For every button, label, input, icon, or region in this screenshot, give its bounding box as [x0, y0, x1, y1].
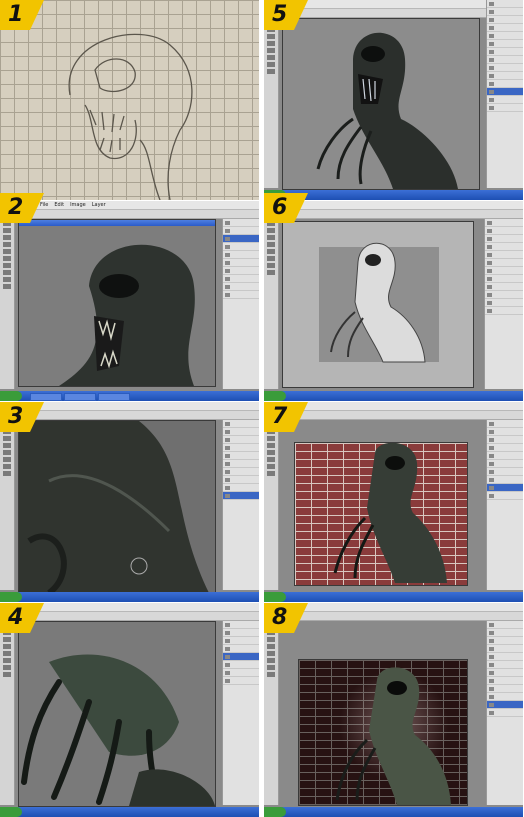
step-number: 8 [272, 605, 288, 630]
windows-taskbar [0, 807, 259, 817]
step-badge: 1 [0, 0, 44, 30]
creature-claws [21, 654, 215, 806]
step-badge: 2 [0, 193, 44, 223]
menu-layer[interactable]: Layer [92, 201, 106, 209]
step-badge: 4 [0, 603, 44, 633]
document-window [282, 18, 480, 190]
pencil-creature-sketch [68, 33, 193, 200]
creature-on-bricks [333, 443, 447, 583]
layers-panel [486, 621, 523, 805]
step-number: 5 [272, 2, 288, 27]
step-badge: 6 [264, 193, 308, 223]
creature-base-shape [59, 244, 195, 386]
step-4-photoshop-panel [0, 603, 259, 817]
step-7-photoshop-panel [264, 402, 523, 602]
tools-panel [264, 219, 279, 389]
step-3-photoshop-panel [0, 402, 259, 602]
layers-panel [222, 420, 259, 590]
windows-taskbar [0, 592, 259, 602]
document-window [18, 219, 216, 387]
step-5-photoshop-panel [264, 0, 523, 200]
creature-skin-detail [19, 421, 209, 596]
step-1-sketch-panel [0, 0, 259, 200]
tutorial-collage: File Edit Image Layer 1 2 3 4 5 6 7 8 [0, 0, 524, 817]
document-window [298, 659, 468, 806]
step-number: 4 [8, 605, 24, 630]
step-8-photoshop-panel [264, 603, 523, 817]
document-window [18, 420, 216, 596]
creature-lit [335, 667, 451, 805]
step-badge: 7 [264, 402, 308, 432]
menu-edit[interactable]: Edit [54, 201, 64, 209]
step-number: 6 [272, 195, 288, 220]
tools-panel [0, 219, 15, 389]
start-button[interactable] [0, 391, 22, 401]
creature-full-body [316, 32, 458, 189]
adjustments-panel [484, 219, 523, 389]
step-6-photoshop-panel [264, 201, 523, 401]
layers-panel [222, 219, 259, 389]
step-number: 3 [8, 404, 24, 429]
tools-panel [264, 621, 279, 805]
tools-panel [0, 621, 15, 805]
windows-taskbar [0, 391, 259, 401]
document-window [282, 221, 474, 388]
step-badge: 8 [264, 603, 308, 633]
step-badge: 3 [0, 402, 44, 432]
step-2-photoshop-panel: File Edit Image Layer [0, 201, 259, 401]
tools-panel [264, 420, 279, 590]
document-window [294, 442, 468, 586]
layers-panel [486, 420, 523, 590]
step-badge: 5 [264, 0, 308, 30]
layers-panel [222, 621, 259, 805]
windows-taskbar [264, 807, 523, 817]
step-number: 2 [8, 195, 24, 220]
chrome-creature [330, 242, 426, 363]
windows-taskbar [264, 391, 523, 401]
document-window [18, 621, 216, 807]
menu-image[interactable]: Image [70, 201, 86, 209]
tools-panel [0, 420, 15, 590]
step-number: 7 [272, 404, 288, 429]
windows-taskbar [264, 592, 523, 602]
step-number: 1 [8, 2, 24, 27]
tools-panel [264, 18, 279, 188]
layers-panel [486, 0, 523, 188]
